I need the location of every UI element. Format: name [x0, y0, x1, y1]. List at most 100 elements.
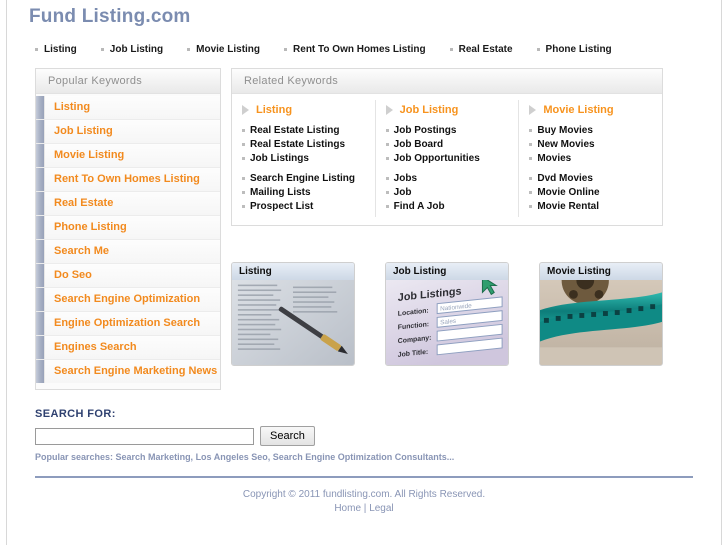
- footer-link-legal[interactable]: Legal: [369, 503, 393, 514]
- thumbnail-caption: Movie Listing: [540, 263, 662, 280]
- sidebar-keyword-label[interactable]: Do Seo: [45, 264, 92, 287]
- sidebar-keyword-item[interactable]: Real Estate: [36, 192, 220, 216]
- search-row: Search: [35, 426, 455, 446]
- nav-item[interactable]: Movie Listing: [187, 44, 260, 55]
- related-keyword-group: Buy Movies New Movies Movies: [529, 125, 652, 164]
- related-keywords-panel: Related Keywords Listing Real Estate List…: [231, 68, 663, 226]
- related-keyword-label[interactable]: Search Engine Listing: [250, 173, 355, 184]
- site-logo[interactable]: Fund Listing.com: [29, 2, 721, 32]
- related-keyword-label[interactable]: Job Listings: [250, 153, 309, 164]
- sidebar-keyword-label[interactable]: Search Me: [45, 240, 109, 263]
- sidebar-keyword-label[interactable]: Rent To Own Homes Listing: [45, 168, 200, 191]
- sidebar-keyword-item[interactable]: Search Engine Marketing News: [36, 360, 220, 383]
- nav-item-label[interactable]: Phone Listing: [546, 44, 612, 55]
- related-keyword-item[interactable]: Real Estate Listing: [242, 125, 365, 136]
- sidebar-keyword-label[interactable]: Listing: [45, 96, 90, 119]
- sidebar-keyword-label[interactable]: Engines Search: [45, 336, 137, 359]
- sidebar-keyword-item[interactable]: Do Seo: [36, 264, 220, 288]
- nav-item-label[interactable]: Movie Listing: [196, 44, 260, 55]
- nav-item[interactable]: Real Estate: [449, 44, 513, 55]
- bullet-icon: [385, 143, 389, 146]
- bullet-icon: [242, 143, 245, 146]
- nav-item-label[interactable]: Rent To Own Homes Listing: [293, 44, 426, 55]
- search-button[interactable]: Search: [260, 426, 315, 446]
- related-keyword-item[interactable]: Job Opportunities: [385, 153, 509, 164]
- bullet-icon: [529, 157, 533, 160]
- sidebar-keyword-item[interactable]: Search Me: [36, 240, 220, 264]
- related-keyword-item[interactable]: Job Postings: [385, 125, 509, 136]
- related-column-title[interactable]: Listing: [256, 104, 292, 116]
- popular-searches-text[interactable]: Popular searches: Search Marketing, Los …: [35, 452, 455, 462]
- sidebar-keyword-item[interactable]: Engines Search: [36, 336, 220, 360]
- sidebar-keyword-item[interactable]: Movie Listing: [36, 144, 220, 168]
- sidebar-keyword-label[interactable]: Engine Optimization Search: [45, 312, 200, 335]
- thumbnail-card[interactable]: Listing: [231, 262, 355, 366]
- related-column-title[interactable]: Movie Listing: [543, 104, 613, 116]
- sidebar-keyword-label[interactable]: Phone Listing: [45, 216, 127, 239]
- sidebar-keyword-label[interactable]: Movie Listing: [45, 144, 124, 167]
- related-column-header: Job Listing: [385, 104, 509, 116]
- nav-item[interactable]: Listing: [35, 44, 77, 55]
- related-keyword-item[interactable]: Job: [385, 187, 509, 198]
- thumbnail-card[interactable]: Job Listings Location: Function: Company:…: [385, 262, 509, 366]
- related-keyword-label[interactable]: Real Estate Listing: [250, 125, 339, 136]
- related-keyword-label[interactable]: Buy Movies: [537, 125, 593, 136]
- related-column-title[interactable]: Job Listing: [400, 104, 459, 116]
- sidebar-keyword-item[interactable]: Engine Optimization Search: [36, 312, 220, 336]
- nav-item-label[interactable]: Real Estate: [459, 44, 513, 55]
- related-keyword-label[interactable]: Real Estate Listings: [250, 139, 345, 150]
- related-keyword-item[interactable]: Job Board: [385, 139, 509, 150]
- content-area: Popular Keywords Listing Job Listing Movie…: [7, 60, 721, 390]
- nav-item[interactable]: Rent To Own Homes Listing: [284, 44, 426, 55]
- related-keyword-item[interactable]: Movies: [529, 153, 652, 164]
- accent-bar-icon: [36, 168, 45, 191]
- related-keyword-label[interactable]: Movie Rental: [537, 201, 599, 212]
- related-keyword-item[interactable]: Jobs: [385, 173, 509, 184]
- bullet-icon: [242, 129, 245, 132]
- related-keyword-item[interactable]: Movie Rental: [529, 201, 652, 212]
- related-keyword-item[interactable]: Prospect List: [242, 201, 365, 212]
- related-keyword-column: Listing Real Estate Listing Real Estate Li…: [232, 100, 376, 217]
- sidebar-keyword-label[interactable]: Job Listing: [45, 120, 113, 143]
- sidebar-keyword-item[interactable]: Listing: [36, 96, 220, 120]
- arrow-right-icon: [385, 105, 393, 115]
- related-keyword-item[interactable]: Real Estate Listings: [242, 139, 365, 150]
- related-keyword-label[interactable]: Movie Online: [537, 187, 599, 198]
- related-keyword-item[interactable]: New Movies: [529, 139, 652, 150]
- related-keyword-item[interactable]: Dvd Movies: [529, 173, 652, 184]
- related-keyword-label[interactable]: Job: [394, 187, 412, 198]
- related-keyword-label[interactable]: Job Postings: [394, 125, 457, 136]
- bullet-icon: [529, 129, 533, 132]
- related-keyword-label[interactable]: Movies: [537, 153, 571, 164]
- related-keyword-label[interactable]: Job Opportunities: [394, 153, 480, 164]
- related-keyword-label[interactable]: Dvd Movies: [537, 173, 593, 184]
- sidebar-keyword-label[interactable]: Search Engine Optimization: [45, 288, 200, 311]
- related-keyword-label[interactable]: New Movies: [537, 139, 594, 150]
- sidebar-keyword-item[interactable]: Rent To Own Homes Listing: [36, 168, 220, 192]
- search-input[interactable]: [35, 427, 254, 445]
- footer-link-home[interactable]: Home: [334, 503, 361, 514]
- nav-item[interactable]: Job Listing: [100, 44, 163, 55]
- related-keyword-label[interactable]: Jobs: [394, 173, 417, 184]
- related-keyword-label[interactable]: Job Board: [394, 139, 443, 150]
- bullet-icon: [385, 177, 389, 180]
- nav-item[interactable]: Phone Listing: [536, 44, 612, 55]
- sidebar-keyword-item[interactable]: Job Listing: [36, 120, 220, 144]
- nav-item-label[interactable]: Job Listing: [110, 44, 163, 55]
- related-keyword-label[interactable]: Prospect List: [250, 201, 313, 212]
- related-keyword-item[interactable]: Movie Online: [529, 187, 652, 198]
- related-keyword-item[interactable]: Find A Job: [385, 201, 509, 212]
- related-keyword-item[interactable]: Buy Movies: [529, 125, 652, 136]
- sidebar-keyword-label[interactable]: Search Engine Marketing News: [45, 360, 217, 383]
- related-keyword-item[interactable]: Search Engine Listing: [242, 173, 365, 184]
- related-keyword-label[interactable]: Mailing Lists: [250, 187, 311, 198]
- sidebar-keyword-item[interactable]: Search Engine Optimization: [36, 288, 220, 312]
- related-keyword-label[interactable]: Find A Job: [394, 201, 445, 212]
- accent-bar-icon: [36, 312, 45, 335]
- thumbnail-card[interactable]: Movie Listing: [539, 262, 663, 366]
- sidebar-keyword-label[interactable]: Real Estate: [45, 192, 113, 215]
- nav-item-label[interactable]: Listing: [44, 44, 77, 55]
- sidebar-keyword-item[interactable]: Phone Listing: [36, 216, 220, 240]
- related-keyword-item[interactable]: Job Listings: [242, 153, 365, 164]
- related-keyword-item[interactable]: Mailing Lists: [242, 187, 365, 198]
